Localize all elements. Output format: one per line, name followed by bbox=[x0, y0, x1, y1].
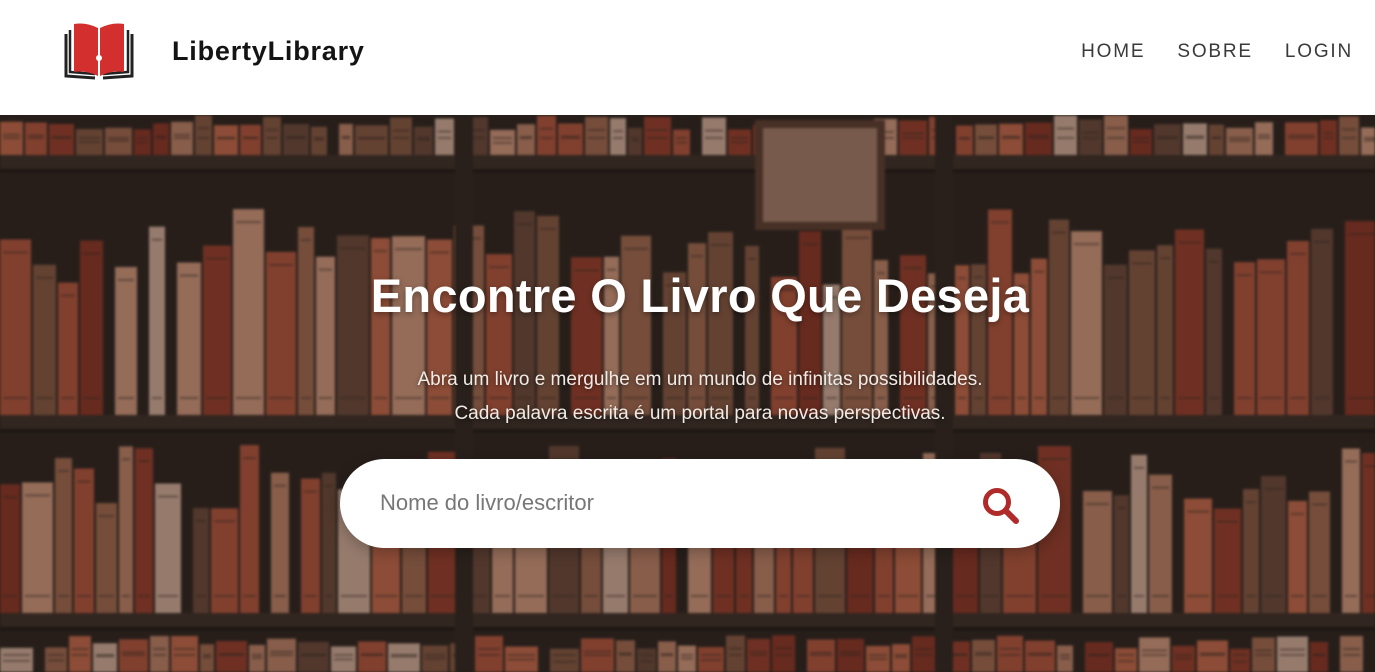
site-header: LibertyLibrary HOME SOBRE LOGIN bbox=[0, 0, 1375, 115]
search-bar bbox=[340, 459, 1060, 548]
main-nav: HOME SOBRE LOGIN bbox=[1081, 41, 1353, 63]
hero-title: Encontre O Livro Que Deseja bbox=[370, 269, 1030, 322]
brand-name[interactable]: LibertyLibrary bbox=[172, 36, 365, 67]
open-book-logo-icon[interactable] bbox=[62, 20, 136, 84]
hero-section: Encontre O Livro Que Deseja Abra um livr… bbox=[0, 115, 1375, 672]
hero-subtitle-line: Abra um livro e mergulhe em um mundo de … bbox=[417, 369, 983, 390]
search-input[interactable] bbox=[378, 481, 938, 525]
hero-subtitle: Abra um livro e mergulhe em um mundo de … bbox=[0, 363, 1375, 431]
nav-sobre-link[interactable]: SOBRE bbox=[1177, 41, 1253, 63]
nav-home-link[interactable]: HOME bbox=[1081, 41, 1145, 63]
nav-login-link[interactable]: LOGIN bbox=[1285, 41, 1353, 63]
search-icon[interactable] bbox=[980, 485, 1022, 527]
hero-subtitle-line: Cada palavra escrita é um portal para no… bbox=[454, 403, 946, 424]
